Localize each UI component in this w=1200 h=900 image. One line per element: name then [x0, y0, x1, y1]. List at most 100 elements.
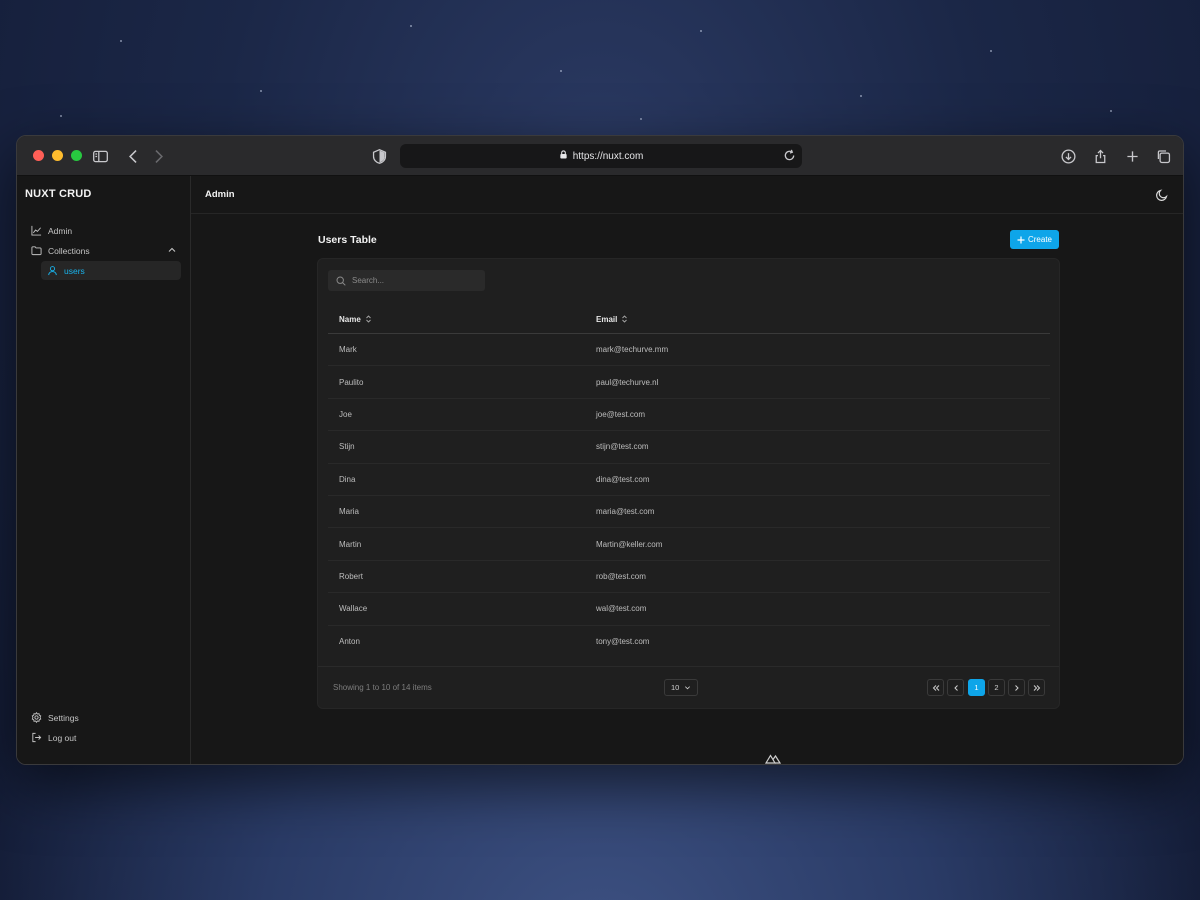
double-chevron-right-icon [1033, 684, 1040, 691]
back-arrow-icon[interactable] [123, 146, 143, 166]
lock-icon [559, 150, 568, 162]
sidebar-item-label: Admin [48, 225, 73, 236]
forward-arrow-icon[interactable] [148, 146, 168, 166]
pagination-summary: Showing 1 to 10 of 14 items [333, 683, 432, 692]
page-title: Users Table [318, 234, 377, 246]
moon-icon[interactable] [1155, 188, 1169, 202]
share-icon[interactable] [1090, 146, 1110, 166]
cell-email: wal@test.com [596, 604, 647, 614]
sidebar-item-label: Log out [48, 732, 77, 743]
double-chevron-left-icon [932, 684, 939, 691]
minimize-window-button[interactable] [52, 150, 63, 161]
sidebar-item-label: Settings [48, 712, 79, 723]
cell-email: Martin@keller.com [596, 539, 663, 549]
chevron-down-icon [685, 686, 691, 690]
table-footer: Showing 1 to 10 of 14 items 10 1 2 [318, 666, 1059, 708]
cell-email: tony@test.com [596, 637, 650, 647]
column-header-name[interactable]: Name [328, 315, 596, 324]
sidebar-toggle-icon[interactable] [90, 146, 110, 166]
table-row[interactable]: Martin Martin@keller.com [328, 528, 1050, 561]
cell-email: mark@techurve.mm [596, 345, 669, 355]
table-body: Mark mark@techurve.mm Paulito paul@techurv… [328, 334, 1050, 658]
sort-icon[interactable] [621, 315, 628, 323]
last-page-button[interactable] [1028, 679, 1045, 696]
page-button-2[interactable]: 2 [988, 679, 1005, 696]
table-row[interactable]: Anton tony@test.com [328, 626, 1050, 658]
new-tab-icon[interactable] [1122, 146, 1142, 166]
cell-name: Maria [339, 507, 360, 517]
table-row[interactable]: Joe joe@test.com [328, 399, 1050, 432]
reload-icon[interactable] [783, 149, 796, 162]
chevron-left-icon [953, 684, 958, 691]
cell-name: Robert [339, 571, 364, 581]
per-page-value: 10 [671, 683, 680, 692]
sidebar-item-users[interactable]: users [41, 261, 181, 280]
nuxt-crud-app: NUXT CRUD Admin Collections users Settin… [17, 176, 1183, 764]
table-row[interactable]: Dina dina@test.com [328, 464, 1050, 496]
chevron-right-icon [1014, 684, 1019, 691]
browser-window: https://nuxt.com NUXT CRUD Admin Collect… [16, 135, 1184, 765]
table-row[interactable]: Mark mark@techurve.mm [328, 334, 1050, 367]
brand-title: NUXT CRUD [25, 188, 92, 200]
table-row[interactable]: Paulito paul@techurve.nl [328, 366, 1050, 399]
cell-name: Wallace [339, 604, 368, 614]
column-header-email[interactable]: Email [596, 315, 1050, 324]
address-bar[interactable]: https://nuxt.com [400, 144, 802, 168]
table-row[interactable]: Stijn stijn@test.com [328, 431, 1050, 464]
sidebar-item-logout[interactable]: Log out [25, 728, 183, 747]
previous-page-button[interactable] [947, 679, 964, 696]
cell-email: dina@test.com [596, 474, 650, 484]
privacy-shield-icon[interactable] [369, 146, 389, 166]
first-page-button[interactable] [927, 679, 944, 696]
sidebar-item-admin[interactable]: Admin [25, 221, 183, 240]
sidebar-item-label: Collections [48, 245, 90, 256]
table-row[interactable]: Robert rob@test.com [328, 561, 1050, 594]
sidebar-item-label: users [64, 265, 85, 276]
search-placeholder: Search... [352, 276, 385, 285]
create-button[interactable]: Create [1010, 230, 1059, 249]
gear-icon [31, 712, 42, 723]
cell-name: Stijn [339, 442, 355, 452]
cell-name: Paulito [339, 377, 364, 387]
download-icon[interactable] [1058, 146, 1078, 166]
users-table: Name Email Mark mark@techurve.mm Paulito p… [328, 305, 1050, 658]
table-row[interactable]: Wallace wal@test.com [328, 593, 1050, 626]
cell-email: rob@test.com [596, 571, 646, 581]
chevron-up-icon[interactable] [167, 245, 177, 255]
column-header-label: Name [339, 314, 361, 324]
search-input[interactable]: Search... [328, 270, 485, 291]
cell-email: maria@test.com [596, 507, 655, 517]
sidebar-bottom-nav: Settings Log out [25, 708, 183, 748]
page-button-1[interactable]: 1 [968, 679, 985, 696]
users-table-card: Search... Name Email Mark mark@techurve.… [317, 258, 1060, 709]
browser-toolbar: https://nuxt.com [17, 136, 1183, 176]
main-content: Admin Users Table Create Search... Name [191, 176, 1183, 764]
cell-email: paul@techurve.nl [596, 377, 659, 387]
cell-name: Dina [339, 474, 356, 484]
top-bar: Admin [191, 176, 1183, 214]
sidebar-item-settings[interactable]: Settings [25, 708, 183, 727]
table-row[interactable]: Maria maria@test.com [328, 496, 1050, 529]
cell-name: Anton [339, 637, 360, 647]
next-page-button[interactable] [1008, 679, 1025, 696]
column-header-label: Email [596, 314, 618, 324]
cell-name: Martin [339, 539, 362, 549]
page-header-title: Admin [205, 189, 235, 200]
plus-icon [1017, 236, 1025, 243]
folder-icon [31, 246, 42, 256]
close-window-button[interactable] [33, 150, 44, 161]
sidebar-item-collections[interactable]: Collections [25, 241, 183, 260]
sort-icon[interactable] [365, 315, 372, 323]
pagination: 1 2 [927, 679, 1045, 696]
user-icon [48, 266, 57, 276]
sidebar: NUXT CRUD Admin Collections users Settin… [17, 176, 191, 764]
sidebar-nav: Admin Collections users [25, 221, 183, 281]
url-text: https://nuxt.com [572, 150, 644, 162]
tab-overview-icon[interactable] [1153, 146, 1173, 166]
per-page-select[interactable]: 10 [664, 679, 698, 696]
cell-email: joe@test.com [596, 409, 646, 419]
cell-name: Joe [339, 409, 352, 419]
nuxt-logo-icon [765, 754, 781, 764]
create-button-label: Create [1027, 235, 1052, 244]
zoom-window-button[interactable] [71, 150, 82, 161]
